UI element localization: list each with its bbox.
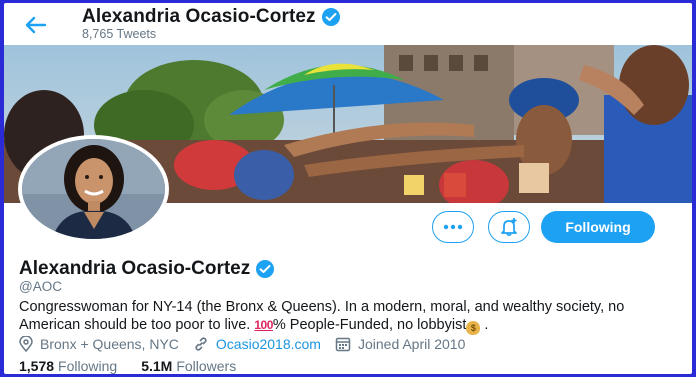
location-text: Bronx + Queens, NYC <box>40 336 179 352</box>
avatar-image <box>22 139 165 239</box>
more-dots-icon <box>443 224 463 230</box>
followers-stat[interactable]: 5.1M Followers <box>141 358 236 374</box>
bio-text-end: . <box>480 317 489 333</box>
money-bag-emoji-icon: $ <box>466 321 481 335</box>
profile-name: Alexandria Ocasio-Cortez <box>19 258 275 280</box>
followers-label: Followers <box>176 358 237 374</box>
following-label: Following <box>58 358 118 374</box>
more-button[interactable] <box>432 211 474 243</box>
profile-meta: Bronx + Queens, NYC Ocasio2018.com Joine… <box>19 336 479 352</box>
tweets-count: 8,765 Tweets <box>82 27 157 41</box>
location: Bronx + Queens, NYC <box>19 336 179 352</box>
following-count: 1,578 <box>19 358 55 374</box>
profile-handle: @AOC <box>19 279 62 294</box>
bell-plus-icon <box>501 218 517 237</box>
link-icon <box>195 337 207 351</box>
verified-badge-icon <box>256 260 275 278</box>
top-bar: Alexandria Ocasio-Cortez 8,765 Tweets <box>4 3 692 45</box>
avatar[interactable] <box>18 135 169 243</box>
profile-name-text: Alexandria Ocasio-Cortez <box>19 258 251 279</box>
verified-badge-icon <box>321 8 340 26</box>
hundred-emoji-icon: 100 <box>254 318 273 332</box>
header-name: Alexandria Ocasio-Cortez <box>82 6 341 28</box>
arrow-left-icon <box>25 16 47 34</box>
header-name-text: Alexandria Ocasio-Cortez <box>82 6 316 27</box>
notifications-button[interactable] <box>488 211 530 243</box>
following-button[interactable]: Following <box>541 211 655 243</box>
website-link[interactable]: Ocasio2018.com <box>216 336 321 352</box>
profile-stats: 1,578 Following 5.1M Followers <box>19 358 260 374</box>
profile-bio: Congresswoman for NY-14 (the Bronx & Que… <box>19 298 669 335</box>
website[interactable]: Ocasio2018.com <box>193 336 321 352</box>
joined-text: Joined April 2010 <box>357 336 466 352</box>
profile-frame: Alexandria Ocasio-Cortez 8,765 Tweets Fo… <box>4 3 692 374</box>
joined-date: Joined April 2010 <box>335 336 465 352</box>
bio-text-2: % People-Funded, no lobbyist <box>272 317 467 333</box>
followers-count: 5.1M <box>141 358 173 374</box>
location-pin-icon <box>19 336 33 352</box>
following-stat[interactable]: 1,578 Following <box>19 358 117 374</box>
calendar-icon <box>335 337 351 352</box>
back-button[interactable] <box>20 9 52 41</box>
